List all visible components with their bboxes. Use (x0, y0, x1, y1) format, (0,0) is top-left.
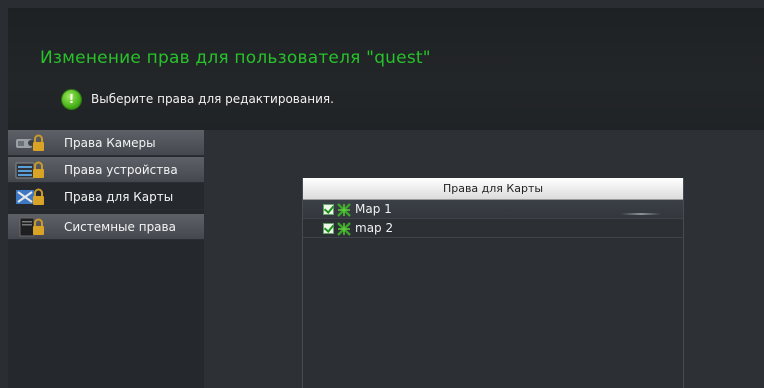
page-title: Изменение прав для пользователя "quest" (40, 48, 431, 68)
sidebar: Права Камеры Права устройства Права для … (8, 130, 204, 388)
sidebar-item-system-rights[interactable]: Системные права (8, 214, 204, 240)
checkbox-checked-icon[interactable] (323, 222, 334, 234)
list-item-label: map 2 (355, 221, 394, 235)
permissions-dialog: Изменение прав для пользователя "quest" … (8, 8, 764, 388)
info-icon: ! (62, 89, 81, 109)
sidebar-item-map-rights[interactable]: Права для Карты (8, 184, 204, 210)
map-icon (337, 221, 351, 236)
panel-header: Права для Карты (303, 178, 683, 200)
row-divider (621, 213, 661, 215)
map-rights-panel: Права для Карты Map 1 map 2 (302, 178, 684, 388)
dialog-header: Изменение прав для пользователя "quest" … (8, 8, 764, 131)
system-lock-icon (14, 217, 46, 237)
sidebar-item-camera-rights[interactable]: Права Камеры (8, 130, 204, 156)
list-item[interactable]: Map 1 (303, 200, 683, 219)
hint-text: Выберите права для редактирования. (91, 92, 334, 106)
list-item-label: Map 1 (355, 202, 392, 216)
sidebar-item-label: Права для Карты (64, 189, 174, 204)
checkbox-checked-icon[interactable] (323, 203, 334, 215)
hint-row: ! Выберите права для редактирования. (62, 88, 334, 110)
camera-lock-icon (14, 133, 46, 153)
sidebar-item-label: Права Камеры (64, 135, 156, 150)
map-icon (337, 202, 351, 217)
device-lock-icon (14, 160, 46, 180)
sidebar-item-label: Системные права (64, 219, 176, 234)
list-item[interactable]: map 2 (303, 219, 683, 238)
sidebar-item-device-rights[interactable]: Права устройства (8, 157, 204, 183)
map-lock-icon (14, 187, 46, 207)
main-content: Права для Карты Map 1 map 2 (204, 130, 764, 388)
sidebar-item-label: Права устройства (64, 162, 178, 177)
